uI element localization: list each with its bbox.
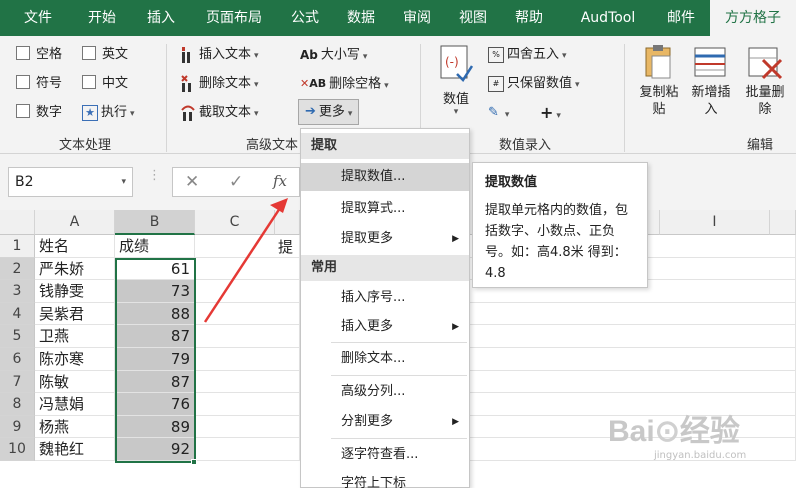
annotation-arrow [203, 204, 284, 323]
menu-item-insert-more[interactable]: 插入更多 ▶ [301, 313, 469, 341]
tooltip-body: 提取单元格内的数值，包括数字、小数点、正负号。如：高4.8米 得到：4.8 [485, 203, 629, 281]
menu-item-extract-more[interactable]: 提取更多 ▶ [301, 225, 469, 253]
tooltip-title: 提取数值 [485, 175, 538, 190]
menu-item-superscript[interactable]: 字符上下标 [301, 470, 469, 488]
menu-item-advanced-split[interactable]: 高级分列... [301, 378, 469, 406]
menu-separator [331, 438, 467, 439]
menu-separator [331, 342, 467, 343]
menu-item-extract-number[interactable]: 提取数值... [301, 163, 469, 191]
menu-item-char-view[interactable]: 逐字符查看... [301, 441, 469, 469]
more-dropdown-menu: 提取 提取数值... 提取算式... 提取更多 ▶ 常用 插入序号... 插入更多… [300, 128, 470, 488]
menu-item-extract-formula[interactable]: 提取算式... [301, 195, 469, 223]
menu-separator [331, 375, 467, 376]
menu-section-extract: 提取 [301, 133, 469, 159]
menu-section-common: 常用 [301, 255, 469, 281]
menu-item-delete-text[interactable]: 删除文本... [301, 345, 469, 373]
tooltip-extract-number: 提取数值 提取单元格内的数值，包括数字、小数点、正负号。如：高4.8米 得到：4… [472, 162, 648, 288]
menu-item-insert-serial[interactable]: 插入序号... [301, 284, 469, 312]
menu-item-split-more[interactable]: 分割更多 ▶ [301, 408, 469, 436]
